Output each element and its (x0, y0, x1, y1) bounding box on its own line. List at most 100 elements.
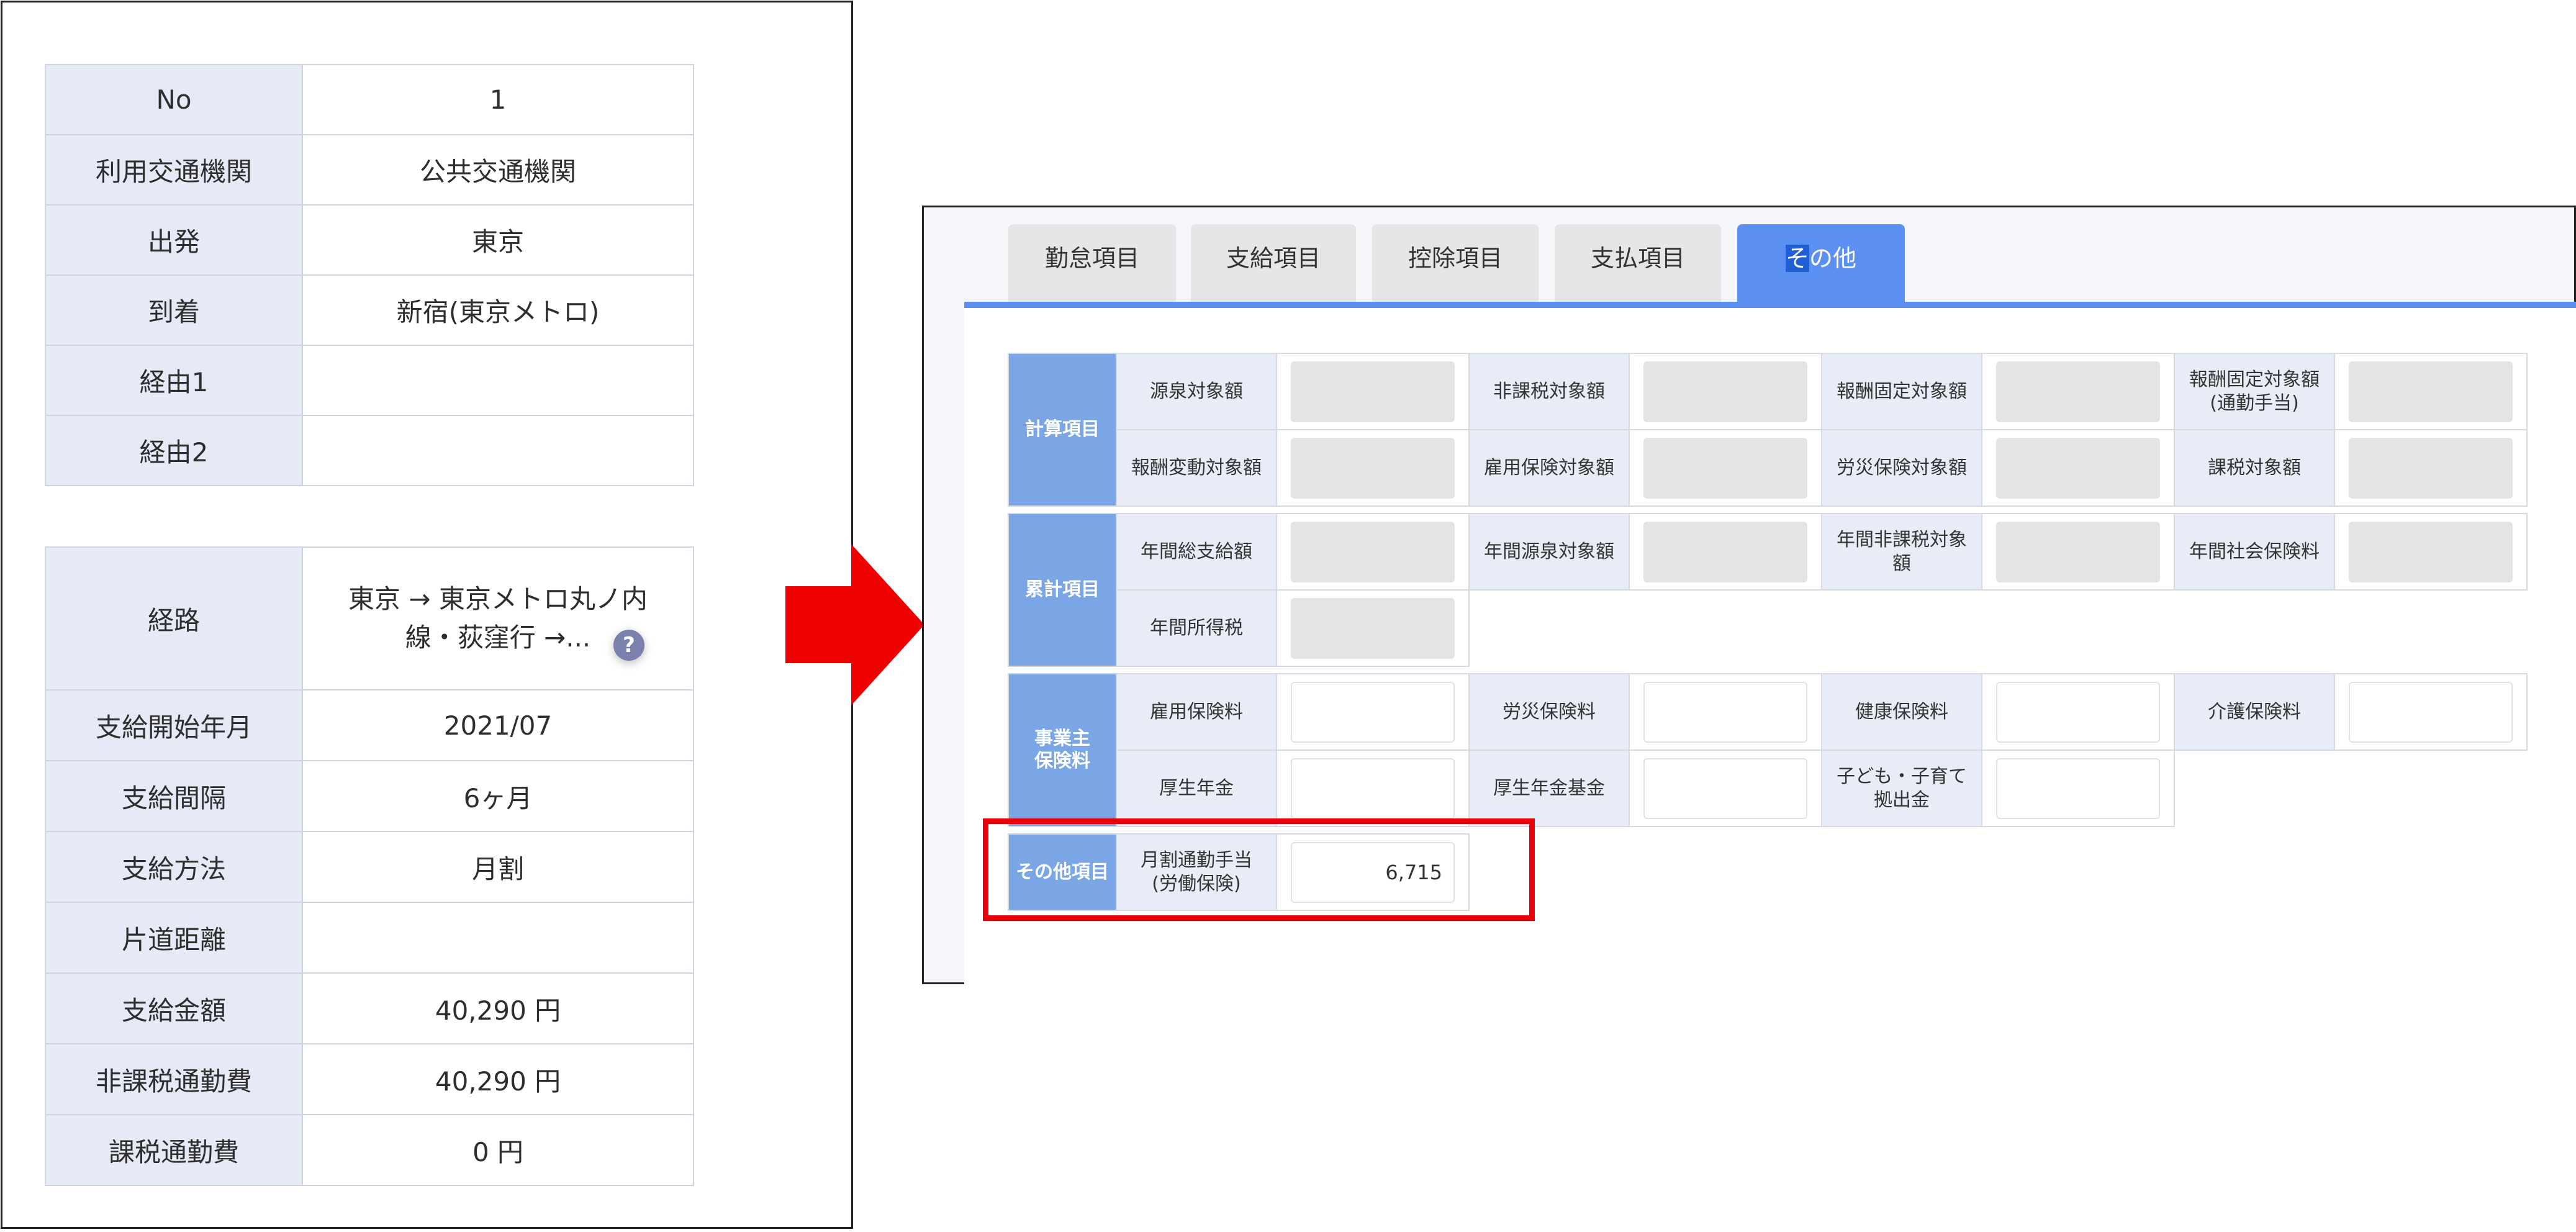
field-value[interactable] (1981, 429, 2175, 507)
field-label-sub: (通勤手当) (2210, 392, 2299, 414)
field-value[interactable] (1276, 353, 1470, 430)
tab-deduction[interactable]: 控除項目 (1372, 224, 1539, 302)
table-row: 課税通勤費 0 円 (45, 1114, 694, 1186)
field-label: 非課税対象額 (1468, 353, 1630, 430)
tab-disbursement[interactable]: 支払項目 (1555, 224, 1721, 302)
table-row: 経路 東京 → 東京メトロ丸ノ内 線・荻窪行 →... ? (45, 546, 694, 691)
row-value-arrival: 新宿(東京メトロ) (302, 274, 694, 346)
table-row: 累計項目 年間総支給額 年間源泉対象額 年間非課税対象額 年間社会保険料 (1008, 513, 2528, 667)
row-value-taxable: 0 円 (302, 1114, 694, 1186)
row-value-transport: 公共交通機関 (302, 134, 694, 206)
field-value[interactable] (1276, 513, 1470, 591)
row-value-method: 月割 (302, 831, 694, 903)
field-value[interactable] (1276, 429, 1470, 507)
section-title-employer: 事業主 保険料 (1008, 673, 1117, 827)
section-title-line: 保険料 (1034, 750, 1090, 772)
row-label-interval: 支給間隔 (45, 760, 303, 832)
tab-payment[interactable]: 支給項目 (1191, 224, 1356, 302)
table-row: 片道距離 (45, 902, 694, 974)
field-value[interactable] (1981, 673, 2175, 751)
row-label-no: No (45, 64, 303, 135)
field-value[interactable] (1276, 750, 1470, 827)
field-label: 雇用保険料 (1116, 673, 1277, 751)
highlight-frame (983, 818, 1535, 921)
row-value-route: 東京 → 東京メトロ丸ノ内 線・荻窪行 →... ? (302, 546, 694, 691)
table-row: 計算項目 源泉対象額 非課税対象額 報酬固定対象額 報酬固定対象額 (通勤手当) (1008, 353, 2528, 507)
field-label: 報酬固定対象額 (1821, 353, 1982, 430)
row-label-via2: 経由2 (45, 415, 303, 486)
field-value[interactable] (1629, 513, 1822, 591)
field-label: 年間所得税 (1116, 589, 1277, 667)
row-label-departure: 出発 (45, 204, 303, 276)
field-label: 厚生年金 (1116, 750, 1277, 827)
calc-section: 計算項目 源泉対象額 非課税対象額 報酬固定対象額 報酬固定対象額 (通勤手当) … (1008, 353, 2528, 507)
row-label-arrival: 到着 (45, 274, 303, 346)
table-row: 事業主 保険料 雇用保険料 労災保険料 健康保険料 介護保険料 (1008, 673, 2528, 827)
employer-insurance-section: 事業主 保険料 雇用保険料 労災保険料 健康保険料 介護保険料 厚生年金 厚生年金… (1008, 673, 2528, 827)
field-label: 年間総支給額 (1116, 513, 1277, 591)
tab-other-selection: そ (1785, 245, 1809, 272)
row-value-amount: 40,290 円 (302, 972, 694, 1044)
table-row: 支給方法 月割 (45, 831, 694, 903)
field-label: 源泉対象額 (1116, 353, 1277, 430)
row-value-via2 (302, 415, 694, 486)
row-value-no: 1 (302, 64, 694, 135)
row-label-taxable: 課税通勤費 (45, 1114, 303, 1186)
row-label-method: 支給方法 (45, 831, 303, 903)
field-label: 年間社会保険料 (2174, 513, 2335, 591)
row-value-start-month: 2021/07 (302, 689, 694, 761)
field-label-line: 年間非課税対象 (1837, 528, 1967, 551)
field-value[interactable] (2334, 673, 2528, 751)
table-row: 利用交通機関 公共交通機関 (45, 134, 694, 206)
field-value[interactable] (2334, 353, 2528, 430)
field-label: 健康保険料 (1821, 673, 1982, 751)
field-label: 課税対象額 (2174, 429, 2335, 507)
row-label-via1: 経由1 (45, 345, 303, 416)
help-icon[interactable]: ? (613, 630, 644, 661)
commute-detail-panel: No 1 利用交通機関 公共交通機関 出発 東京 到着 新宿(東京メトロ) 経由… (1, 1, 853, 1229)
field-value[interactable] (2334, 513, 2528, 591)
table-row: 支給開始年月 2021/07 (45, 689, 694, 761)
row-label-start-month: 支給開始年月 (45, 689, 303, 761)
field-value[interactable] (1629, 353, 1822, 430)
row-label-nontaxable: 非課税通勤費 (45, 1043, 303, 1115)
table-row: No 1 (45, 64, 694, 135)
tab-other[interactable]: その他 (1737, 224, 1905, 302)
tab-attendance[interactable]: 勤怠項目 (1008, 224, 1176, 302)
field-value[interactable] (1981, 353, 2175, 430)
row-label-transport: 利用交通機関 (45, 134, 303, 206)
field-label-line: 報酬固定対象額 (2189, 368, 2320, 391)
field-label: 報酬変動対象額 (1116, 429, 1277, 507)
section-title-cumulative: 累計項目 (1008, 513, 1117, 667)
field-value[interactable] (1981, 513, 2175, 591)
field-label: 報酬固定対象額 (通勤手当) (2174, 353, 2335, 430)
route-text: 東京 → 東京メトロ丸ノ内 線・荻窪行 →... ? (303, 580, 693, 661)
table-row: 報酬変動対象額 雇用保険対象額 労災保険対象額 課税対象額 (1008, 429, 2528, 507)
table-row: 経由1 (45, 345, 694, 416)
table-row: 出発 東京 (45, 204, 694, 276)
field-label: 労災保険料 (1468, 673, 1630, 751)
field-label: 介護保険料 (2174, 673, 2335, 751)
tab-other-label: の他 (1809, 245, 1857, 272)
field-label: 年間非課税対象額 (1821, 513, 1982, 591)
row-label-distance: 片道距離 (45, 902, 303, 974)
field-value[interactable] (1276, 589, 1470, 667)
route-line-1: 東京 → 東京メトロ丸ノ内 (348, 584, 648, 614)
field-value[interactable] (1981, 750, 2175, 827)
field-label: 子ども・子育て 拠出金 (1821, 750, 1982, 827)
field-value[interactable] (1629, 750, 1822, 827)
field-value[interactable] (1276, 673, 1470, 751)
table-row: 非課税通勤費 40,290 円 (45, 1043, 694, 1115)
table-row: 支給間隔 6ヶ月 (45, 760, 694, 832)
field-label-sub: 額 (1892, 552, 1911, 574)
tab-underline (964, 302, 2576, 308)
field-value[interactable] (2334, 429, 2528, 507)
field-label-line: 子ども・子育て (1837, 765, 1967, 787)
field-label: 雇用保険対象額 (1468, 429, 1630, 507)
field-label: 労災保険対象額 (1821, 429, 1982, 507)
field-value[interactable] (1629, 429, 1822, 507)
row-label-route: 経路 (45, 546, 303, 691)
table-row: 年間所得税 (1008, 589, 2527, 667)
field-value[interactable] (1629, 673, 1822, 751)
cumulative-section: 累計項目 年間総支給額 年間源泉対象額 年間非課税対象額 年間社会保険料 年間所… (1008, 513, 2528, 667)
